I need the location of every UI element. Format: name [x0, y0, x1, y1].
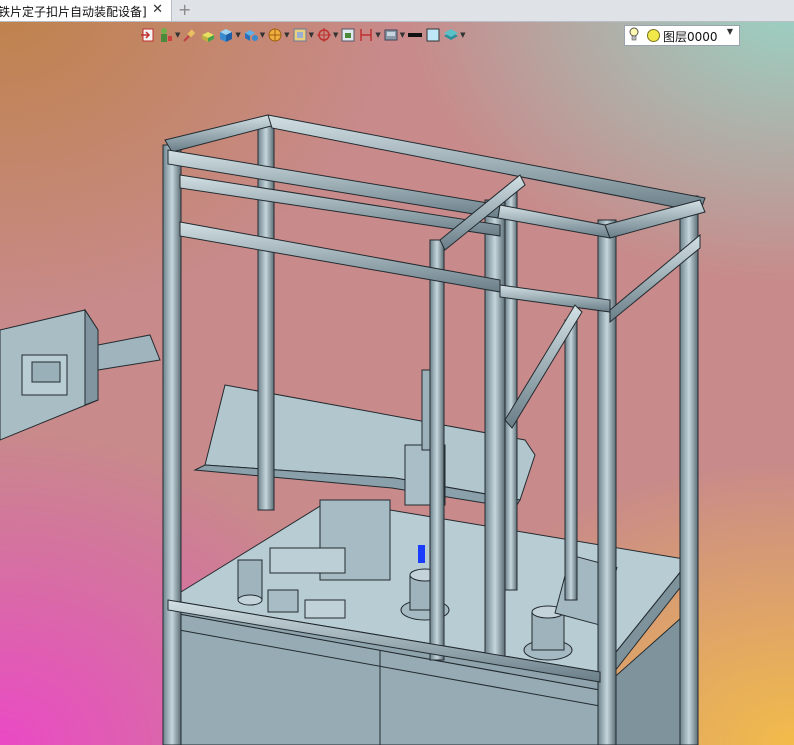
line-color-button[interactable]: [407, 24, 423, 46]
frame-button[interactable]: ▼: [292, 24, 314, 46]
document-tab-title: 铁片定子扣片自动装配设备]: [0, 5, 147, 19]
document-tab-bar: 铁片定子扣片自动装配设备] ✕ +: [0, 0, 794, 22]
section-view-icon: [267, 27, 283, 43]
dropdown-arrow-icon[interactable]: ▼: [284, 31, 289, 39]
paint-brush-icon: [182, 27, 198, 43]
paint-brush-button[interactable]: [182, 24, 198, 46]
frame-icon: [292, 27, 308, 43]
pick-point-icon: [316, 27, 332, 43]
post-back-right: [679, 195, 699, 745]
dimension-button[interactable]: ▼: [358, 24, 381, 46]
dropdown-arrow-icon[interactable]: ▼: [460, 31, 465, 39]
layers-button[interactable]: ▼: [443, 24, 466, 46]
material-button[interactable]: [200, 24, 216, 46]
pick-point-button[interactable]: ▼: [316, 24, 338, 46]
post-front-left: [162, 144, 182, 745]
dropdown-arrow-icon[interactable]: ▼: [260, 31, 265, 39]
view-cube-icon: [218, 27, 234, 43]
line-color-icon: [407, 27, 423, 43]
layers-icon: [443, 27, 459, 43]
fill-color-button[interactable]: [425, 24, 441, 46]
material-icon: [200, 27, 216, 43]
person-constraint-button[interactable]: ▼: [158, 24, 180, 46]
dropdown-arrow-icon[interactable]: ▼: [309, 31, 314, 39]
new-tab-button[interactable]: +: [178, 0, 191, 19]
display-mode-icon: [383, 27, 399, 43]
layer-name: 图层0000: [663, 30, 718, 44]
layer-selector[interactable]: 图层0000 ▼: [624, 25, 740, 46]
lightbulb-icon[interactable]: [629, 27, 639, 45]
axis-marker: [418, 545, 425, 563]
post-front-center: [484, 199, 506, 661]
chevron-down-icon[interactable]: ▼: [727, 27, 733, 36]
person-constraint-icon: [158, 27, 174, 43]
exit-sketch-icon: [140, 27, 156, 43]
dimension-icon: [358, 27, 374, 43]
view-cube-button[interactable]: ▼: [218, 24, 241, 46]
control-arm: [97, 334, 161, 371]
dropdown-arrow-icon[interactable]: ▼: [400, 31, 405, 39]
dropdown-arrow-icon[interactable]: ▼: [235, 31, 240, 39]
display-mode-button[interactable]: ▼: [383, 24, 405, 46]
machine-3d-model: [0, 114, 706, 745]
dropdown-arrow-icon[interactable]: ▼: [175, 31, 180, 39]
beam-top-back: [267, 114, 706, 213]
render-style-icon: [243, 27, 259, 43]
fill-color-icon: [425, 27, 441, 43]
view-toolbar: ▼ ▼ ▼ ▼ ▼ ▼ ▼ ▼ ▼: [140, 23, 468, 47]
section-view-button[interactable]: ▼: [267, 24, 290, 46]
dropdown-arrow-icon[interactable]: ▼: [333, 31, 338, 39]
exit-sketch-button[interactable]: [140, 24, 156, 46]
layer-color-swatch[interactable]: [647, 29, 660, 42]
render-style-button[interactable]: ▼: [243, 24, 265, 46]
dropdown-arrow-icon[interactable]: ▼: [375, 31, 380, 39]
fit-view-icon: [340, 27, 356, 43]
close-icon[interactable]: ✕: [152, 2, 163, 17]
document-tab[interactable]: 铁片定子扣片自动装配设备] ✕: [0, 0, 172, 21]
fit-view-button[interactable]: [340, 24, 356, 46]
